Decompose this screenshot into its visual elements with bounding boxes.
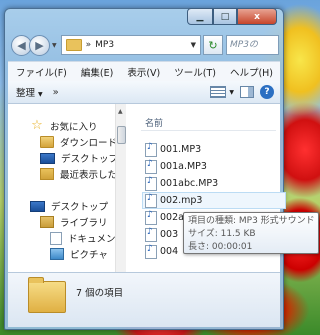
libraries-icon xyxy=(40,216,54,228)
folder-icon-large xyxy=(28,277,66,313)
file-name: 004 xyxy=(160,246,179,257)
menu-tools[interactable]: ツール(T) xyxy=(166,65,222,79)
recent-places-icon xyxy=(40,168,54,180)
file-name: 001a.MP3 xyxy=(160,161,207,172)
address-bar[interactable]: » MP3 ▼ xyxy=(60,35,201,55)
address-row: ◀ ▶ ▼ » MP3 ▼ ↻ MP3の xyxy=(11,34,279,56)
close-icon: x xyxy=(254,11,260,22)
organize-button[interactable]: 整理 ▼ xyxy=(8,85,43,99)
address-dropdown-icon[interactable]: ▼ xyxy=(187,41,200,49)
minimize-icon: ▁ xyxy=(196,11,204,22)
downloads-icon xyxy=(40,136,54,148)
nav-documents[interactable]: ドキュメント xyxy=(8,230,123,246)
audio-file-icon xyxy=(145,193,157,208)
audio-file-icon xyxy=(145,210,157,225)
documents-icon xyxy=(50,231,62,245)
more-commands-button[interactable]: » xyxy=(53,87,59,98)
file-item[interactable]: 001abc.MP3 xyxy=(145,175,286,192)
menu-help[interactable]: ヘルプ(H) xyxy=(222,65,279,79)
file-name: 001.MP3 xyxy=(160,144,202,155)
nav-downloads-label: ダウンロード xyxy=(60,138,118,149)
tooltip-length: 長さ: 00:00:01 xyxy=(188,242,253,252)
scroll-up-icon[interactable]: ▲ xyxy=(118,108,123,115)
nav-favorites-label: お気に入り xyxy=(50,122,98,133)
item-count: 7 個の項目 xyxy=(76,288,124,299)
menu-edit[interactable]: 編集(E) xyxy=(73,65,119,79)
desktop-icon xyxy=(30,200,45,212)
file-item-hovered[interactable]: 002.mp3 xyxy=(142,192,286,209)
menu-bar: ファイル(F) 編集(E) 表示(V) ツール(T) ヘルプ(H) xyxy=(8,61,280,81)
back-arrow-icon: ◀ xyxy=(17,38,26,52)
nav-desktop-label: デスクトップ xyxy=(51,202,109,213)
nav-pictures-label: ピクチャ xyxy=(70,250,108,261)
audio-file-icon xyxy=(145,227,157,242)
breadcrumb-mp3[interactable]: MP3 xyxy=(95,40,114,50)
view-dropdown-icon[interactable]: ▼ xyxy=(229,89,234,96)
nav-pictures[interactable]: ピクチャ xyxy=(8,246,123,262)
minimize-button[interactable]: ▁ xyxy=(187,8,213,25)
search-input[interactable]: MP3の xyxy=(226,35,279,55)
nav-downloads[interactable]: ダウンロード xyxy=(8,134,123,150)
nav-favorites[interactable]: ☆ お気に入り xyxy=(8,118,123,134)
pictures-icon xyxy=(50,248,64,260)
nav-recent-places[interactable]: 最近表示した場所 xyxy=(8,166,123,182)
nav-list: ☆ お気に入り ダウンロード デスクトップ 最近表示した場所 デスクトップ ライブ… xyxy=(8,118,123,262)
tooltip-type: 項目の種類: MP3 形式サウンド xyxy=(188,216,315,226)
preview-pane-icon[interactable] xyxy=(240,86,254,98)
file-item[interactable]: 001.MP3 xyxy=(145,141,286,158)
desktop-icon xyxy=(40,152,55,164)
maximize-icon: □ xyxy=(220,11,230,22)
breadcrumb-separator[interactable]: » xyxy=(86,40,92,50)
folder-icon xyxy=(65,39,82,51)
nav-desktop-favorite[interactable]: デスクトップ xyxy=(8,150,123,166)
star-icon: ☆ xyxy=(31,118,43,133)
navigation-pane: ☆ お気に入り ダウンロード デスクトップ 最近表示した場所 デスクトップ ライブ… xyxy=(8,104,126,272)
audio-file-icon xyxy=(145,176,157,191)
file-tooltip: 項目の種類: MP3 形式サウンド サイズ: 11.5 KB 長さ: 00:00… xyxy=(183,212,319,254)
chevron-down-icon: ▼ xyxy=(38,91,43,98)
column-divider xyxy=(141,130,276,131)
column-header-name[interactable]: 名前 xyxy=(145,116,163,129)
caption-buttons: ▁ □ x xyxy=(187,8,277,25)
forward-arrow-icon: ▶ xyxy=(35,38,44,52)
nav-libraries-label: ライブラリ xyxy=(60,218,108,229)
audio-file-icon xyxy=(145,159,157,174)
nav-desktop[interactable]: デスクトップ xyxy=(8,198,123,214)
audio-file-icon xyxy=(145,244,157,259)
explorer-window: ▁ □ x ◀ ▶ ▼ » MP3 ▼ ↻ MP3の ファイル(F) 編集(E)… xyxy=(4,8,286,330)
audio-file-icon xyxy=(145,142,157,157)
view-options-icon[interactable] xyxy=(210,86,227,98)
nav-recent-label: 最近表示した場所 xyxy=(60,170,123,181)
details-pane: 7 個の項目 xyxy=(8,272,280,327)
close-button[interactable]: x xyxy=(237,8,277,25)
command-bar-right: ▼ ? xyxy=(210,85,280,99)
help-icon[interactable]: ? xyxy=(260,85,274,99)
file-name: 003 xyxy=(160,229,179,240)
nav-desktop-fav-label: デスクトップ xyxy=(61,154,119,165)
nav-libraries[interactable]: ライブラリ xyxy=(8,214,123,230)
tooltip-size: サイズ: 11.5 KB xyxy=(188,229,256,239)
refresh-button[interactable]: ↻ xyxy=(203,35,223,55)
recent-pages-dropdown[interactable]: ▼ xyxy=(52,42,57,49)
file-name: 002.mp3 xyxy=(160,195,203,206)
menu-view[interactable]: 表示(V) xyxy=(119,65,166,79)
command-bar: 整理 ▼ » ▼ ? xyxy=(8,81,280,104)
file-name: 001abc.MP3 xyxy=(160,178,219,189)
organize-label: 整理 xyxy=(16,88,36,99)
maximize-button[interactable]: □ xyxy=(213,8,237,25)
file-item[interactable]: 001a.MP3 xyxy=(145,158,286,175)
menu-file[interactable]: ファイル(F) xyxy=(8,65,73,79)
refresh-icon: ↻ xyxy=(208,38,218,52)
forward-button[interactable]: ▶ xyxy=(29,34,50,56)
